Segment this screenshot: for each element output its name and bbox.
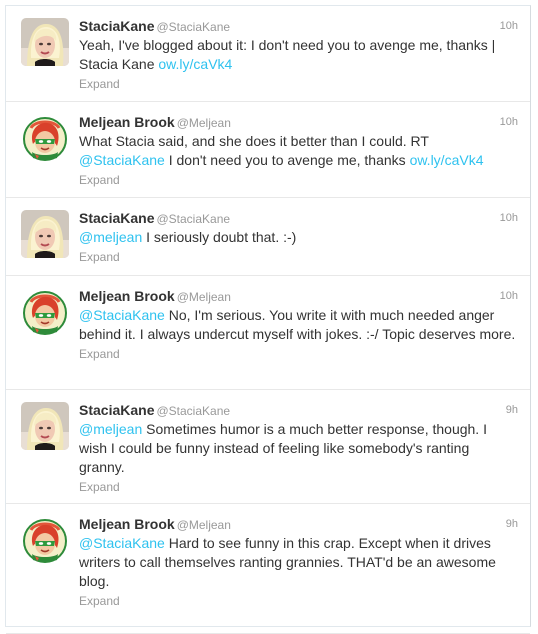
expand-link[interactable]: Expand <box>79 479 518 495</box>
tweet-username[interactable]: @Meljean <box>177 116 231 130</box>
tweet-content: Meljean Brook @Meljean 10h @StaciaKane No, … <box>79 287 518 362</box>
tweet-fullname[interactable]: StaciaKane <box>79 402 154 418</box>
tweet-item[interactable]: StaciaKane @StaciaKane 10h Yeah, I've blogg… <box>6 6 530 102</box>
tweet-item[interactable]: StaciaKane @StaciaKane 10h @meljean I serio… <box>6 198 530 276</box>
tweet-fullname[interactable]: StaciaKane <box>79 18 154 34</box>
tweet-timestamp[interactable]: 9h <box>506 401 518 419</box>
tweet-text: What Stacia said, and she does it better… <box>79 132 518 170</box>
tweet-fullname[interactable]: StaciaKane <box>79 210 154 226</box>
tweet-item[interactable]: Meljean Brook @Meljean 10h What Stacia said… <box>6 102 530 198</box>
tweet-header: StaciaKane @StaciaKane 10h <box>79 209 518 227</box>
tweet-fullname[interactable]: Meljean Brook <box>79 516 175 532</box>
tweet-timestamp[interactable]: 9h <box>506 515 518 533</box>
tweet-username[interactable]: @StaciaKane <box>156 404 230 418</box>
expand-link[interactable]: Expand <box>79 346 518 362</box>
avatar[interactable] <box>21 402 69 450</box>
url-link[interactable]: ow.ly/caVk4 <box>410 152 484 168</box>
tweet-timestamp[interactable]: 10h <box>500 287 518 305</box>
tweet-item[interactable]: Meljean Brook @Meljean 9h @StaciaKane Hard … <box>6 504 530 634</box>
expand-link[interactable]: Expand <box>79 593 518 609</box>
expand-link[interactable]: Expand <box>79 76 518 92</box>
url-link[interactable]: ow.ly/caVk4 <box>158 56 232 72</box>
avatar[interactable] <box>21 18 69 66</box>
tweet-content: StaciaKane @StaciaKane 10h @meljean I serio… <box>79 209 518 265</box>
tweet-text-segment: I don't need you to avenge me, thanks <box>164 152 410 168</box>
mention-link[interactable]: @StaciaKane <box>79 152 165 168</box>
tweet-fullname[interactable]: Meljean Brook <box>79 114 175 130</box>
tweet-text: Yeah, I've blogged about it: I don't nee… <box>79 36 518 74</box>
tweet-text: @StaciaKane No, I'm serious. You write i… <box>79 306 518 344</box>
tweet-username[interactable]: @StaciaKane <box>156 20 230 34</box>
tweet-timestamp[interactable]: 10h <box>500 209 518 227</box>
avatar[interactable] <box>21 288 69 336</box>
tweet-timestamp[interactable]: 10h <box>500 113 518 131</box>
tweet-username[interactable]: @Meljean <box>177 290 231 304</box>
expand-link[interactable]: Expand <box>79 249 518 265</box>
tweet-text: @meljean Sometimes humor is a much bette… <box>79 420 518 477</box>
tweet-fullname[interactable]: Meljean Brook <box>79 288 175 304</box>
tweet-header: Meljean Brook @Meljean 10h <box>79 113 518 131</box>
tweet-header: Meljean Brook @Meljean 10h <box>79 287 518 305</box>
mention-link[interactable]: @StaciaKane <box>79 535 165 551</box>
tweet-text: @StaciaKane Hard to see funny in this cr… <box>79 534 518 591</box>
avatar[interactable] <box>21 516 69 564</box>
tweet-content: StaciaKane @StaciaKane 10h Yeah, I've blogg… <box>79 17 518 92</box>
tweet-text-segment: I seriously doubt that. :-) <box>142 229 297 245</box>
tweet-header: StaciaKane @StaciaKane 10h <box>79 17 518 35</box>
tweet-header: StaciaKane @StaciaKane 9h <box>79 401 518 419</box>
tweet-text: @meljean I seriously doubt that. :-) <box>79 228 518 247</box>
mention-link[interactable]: @StaciaKane <box>79 307 165 323</box>
tweet-stream: StaciaKane @StaciaKane 10h Yeah, I've blogg… <box>5 5 531 634</box>
tweet-text-segment: What Stacia said, and she does it better… <box>79 133 429 149</box>
avatar[interactable] <box>21 210 69 258</box>
tweet-content: Meljean Brook @Meljean 10h What Stacia said… <box>79 113 518 188</box>
avatar[interactable] <box>21 114 69 162</box>
tweet-header: Meljean Brook @Meljean 9h <box>79 515 518 533</box>
tweet-username[interactable]: @Meljean <box>177 518 231 532</box>
tweet-item[interactable]: Meljean Brook @Meljean 10h @StaciaKane No, … <box>6 276 530 390</box>
tweet-timestamp[interactable]: 10h <box>500 17 518 35</box>
tweet-item[interactable]: StaciaKane @StaciaKane 9h @meljean Sometime… <box>6 390 530 504</box>
tweet-content: Meljean Brook @Meljean 9h @StaciaKane Hard … <box>79 515 518 609</box>
tweet-text-segment: Yeah, I've blogged about it: I don't nee… <box>79 37 496 72</box>
tweet-username[interactable]: @StaciaKane <box>156 212 230 226</box>
expand-link[interactable]: Expand <box>79 172 518 188</box>
mention-link[interactable]: @meljean <box>79 229 142 245</box>
mention-link[interactable]: @meljean <box>79 421 142 437</box>
tweet-content: StaciaKane @StaciaKane 9h @meljean Sometime… <box>79 401 518 495</box>
